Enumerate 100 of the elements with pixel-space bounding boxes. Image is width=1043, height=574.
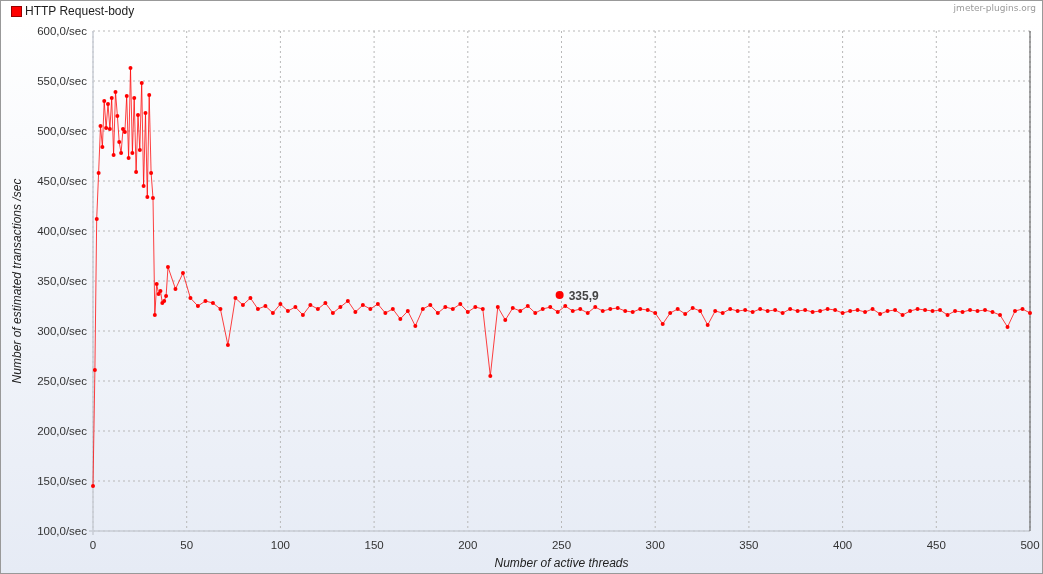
y-tick-label: 600,0/sec: [37, 25, 87, 37]
data-point: [953, 309, 958, 313]
data-point: [1013, 309, 1017, 313]
data-point: [115, 114, 120, 118]
data-point: [503, 318, 508, 322]
data-point: [788, 307, 793, 311]
data-point: [638, 307, 643, 311]
data-point: [450, 307, 455, 311]
data-point: [338, 305, 343, 309]
data-point: [225, 343, 230, 347]
data-point: [180, 271, 185, 275]
data-point: [765, 309, 770, 313]
data-point: [720, 311, 725, 315]
data-point: [94, 217, 99, 221]
data-point: [136, 113, 140, 117]
y-axis-title: Number of estimated transactions /sec: [10, 178, 24, 384]
data-point: [113, 90, 118, 94]
y-tick-label: 200,0/sec: [37, 425, 87, 437]
x-tick-label: 50: [180, 539, 194, 551]
data-point: [825, 307, 830, 311]
data-point: [278, 302, 283, 306]
data-point: [510, 306, 515, 310]
data-point: [863, 310, 868, 314]
data-point: [870, 307, 875, 311]
data-point: [548, 305, 553, 309]
data-point: [1028, 311, 1032, 315]
data-point: [945, 313, 950, 317]
data-point: [713, 309, 718, 313]
data-point: [810, 310, 815, 314]
x-tick-label: 0: [89, 539, 97, 551]
y-tick-label: 450,0/sec: [37, 175, 87, 187]
data-point: [938, 308, 943, 312]
data-point: [893, 308, 898, 312]
data-point: [368, 307, 373, 311]
x-tick-label: 150: [364, 539, 384, 551]
data-point: [1005, 325, 1010, 329]
data-point: [143, 111, 148, 115]
data-point: [255, 307, 260, 311]
x-tick-label: 300: [645, 539, 665, 551]
data-point: [750, 310, 755, 314]
y-tick-label: 300,0/sec: [37, 325, 87, 337]
data-point: [270, 311, 275, 315]
data-point: [480, 307, 485, 311]
data-point: [443, 305, 448, 309]
x-tick-label: 400: [833, 539, 853, 551]
data-point: [593, 305, 598, 309]
data-point: [878, 312, 883, 316]
data-point: [885, 309, 890, 313]
data-point: [117, 140, 122, 144]
data-point: [698, 309, 703, 313]
data-point: [840, 311, 845, 315]
data-point: [300, 313, 305, 317]
data-point: [570, 309, 575, 313]
data-point: [615, 306, 620, 310]
x-tick-label: 500: [1020, 539, 1040, 551]
data-point: [735, 309, 740, 313]
data-point: [540, 307, 545, 311]
data-point: [111, 153, 116, 157]
data-point: [132, 96, 137, 100]
x-tick-label: 100: [270, 539, 290, 551]
data-point: [585, 311, 590, 315]
data-point: [690, 306, 695, 310]
data-point: [758, 307, 763, 311]
data-point: [578, 307, 583, 311]
data-point: [660, 322, 665, 326]
data-point: [623, 309, 628, 313]
x-tick-label: 200: [458, 539, 478, 551]
data-point: [109, 96, 114, 100]
data-point: [315, 307, 320, 311]
data-point: [165, 265, 170, 269]
data-point: [818, 309, 823, 313]
data-point: [600, 309, 605, 313]
y-tick-label: 550,0/sec: [37, 75, 87, 87]
data-point: [728, 307, 733, 311]
data-point: [233, 296, 238, 300]
data-point: [96, 171, 101, 175]
data-point: [210, 301, 215, 305]
data-point: [1020, 307, 1025, 311]
data-point: [780, 311, 785, 315]
data-point: [203, 299, 208, 303]
y-tick-label: 150,0/sec: [37, 475, 87, 487]
data-point: [495, 305, 500, 309]
data-point: [293, 305, 298, 309]
data-point: [240, 303, 245, 307]
data-point: [705, 323, 710, 327]
data-point: [930, 309, 935, 313]
y-tick-label: 250,0/sec: [37, 375, 87, 387]
data-point: [563, 304, 568, 308]
data-point: [653, 311, 658, 315]
data-point: [141, 184, 146, 188]
data-point: [990, 310, 995, 314]
data-point: [668, 311, 673, 315]
x-tick-label: 450: [926, 539, 946, 551]
data-point: [263, 304, 268, 308]
data-point: [100, 145, 105, 149]
data-point: [773, 308, 778, 312]
y-tick-label: 350,0/sec: [37, 275, 87, 287]
data-point: [795, 309, 800, 313]
data-point: [119, 151, 124, 155]
data-point: [525, 304, 530, 308]
